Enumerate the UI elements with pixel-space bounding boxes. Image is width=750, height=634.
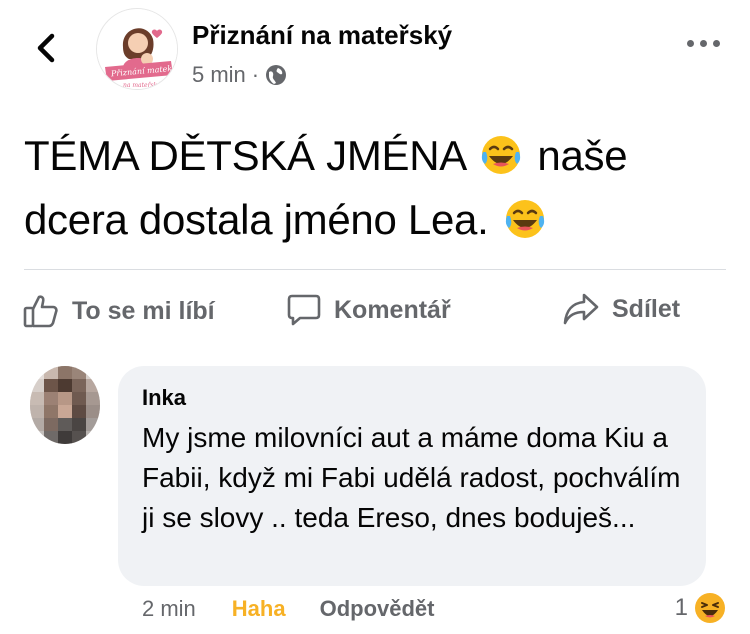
post-meta: 5 min · (192, 62, 287, 88)
comment-time[interactable]: 2 min (142, 596, 196, 622)
haha-emoji (695, 593, 725, 623)
page-avatar[interactable]: Přiznání matek na mateřský (96, 8, 178, 90)
share-icon (563, 293, 599, 325)
post-time[interactable]: 5 min (192, 62, 246, 88)
comment-button[interactable]: Komentář (286, 292, 451, 328)
post-line-2-text: dcera dostala jméno Lea. (24, 196, 489, 243)
comment-reaction-button[interactable]: Haha (232, 596, 286, 622)
more-dot (713, 40, 720, 47)
comment-avatar[interactable] (30, 366, 100, 444)
post-line-1: TÉMA DĚTSKÁ JMÉNA naše (24, 124, 724, 188)
laughing-tears-emoji (481, 136, 521, 174)
page-name[interactable]: Přiznání na mateřský (192, 20, 452, 51)
chevron-left-icon (37, 33, 55, 63)
reaction-count[interactable]: 1 (675, 592, 726, 624)
post-line-1-tail: naše (537, 132, 628, 179)
comment-footer: 2 min Haha Odpovědět (142, 596, 435, 622)
more-horizontal-icon (687, 40, 694, 47)
logo-text-sub: na mateřský (123, 82, 161, 89)
like-button[interactable]: To se mi líbí (22, 292, 215, 330)
like-label: To se mi líbí (72, 296, 215, 325)
meta-separator: · (251, 62, 260, 87)
globe-icon (266, 65, 287, 85)
post-text: TÉMA DĚTSKÁ JMÉNA naše dcera dostala jmé… (24, 124, 724, 252)
page-logo: Přiznání matek na mateřský (97, 9, 177, 89)
comment-author[interactable]: Inka (142, 384, 682, 412)
reply-button[interactable]: Odpovědět (320, 596, 435, 622)
thumbs-up-icon (23, 295, 58, 328)
comment-icon (287, 294, 321, 326)
more-dot (700, 40, 707, 47)
post-actions-bar: To se mi líbí Komentář Sdílet (0, 284, 750, 340)
more-options-button[interactable] (687, 40, 720, 47)
post-line-1-text: TÉMA DĚTSKÁ JMÉNA (24, 132, 465, 179)
avatar (30, 366, 100, 444)
divider (24, 269, 726, 270)
laughing-tears-emoji (505, 200, 544, 238)
post-line-2: dcera dostala jméno Lea. (24, 188, 724, 252)
share-button[interactable]: Sdílet (562, 292, 680, 326)
comment-text: My jsme milovníci aut a máme doma Kiu a … (142, 422, 681, 533)
share-label: Sdílet (612, 294, 681, 323)
reaction-count-number: 1 (674, 594, 688, 621)
comment-label: Komentář (334, 295, 451, 324)
back-button[interactable] (30, 28, 66, 68)
comment-bubble[interactable]: Inka My jsme milovníci aut a máme doma K… (118, 366, 706, 586)
